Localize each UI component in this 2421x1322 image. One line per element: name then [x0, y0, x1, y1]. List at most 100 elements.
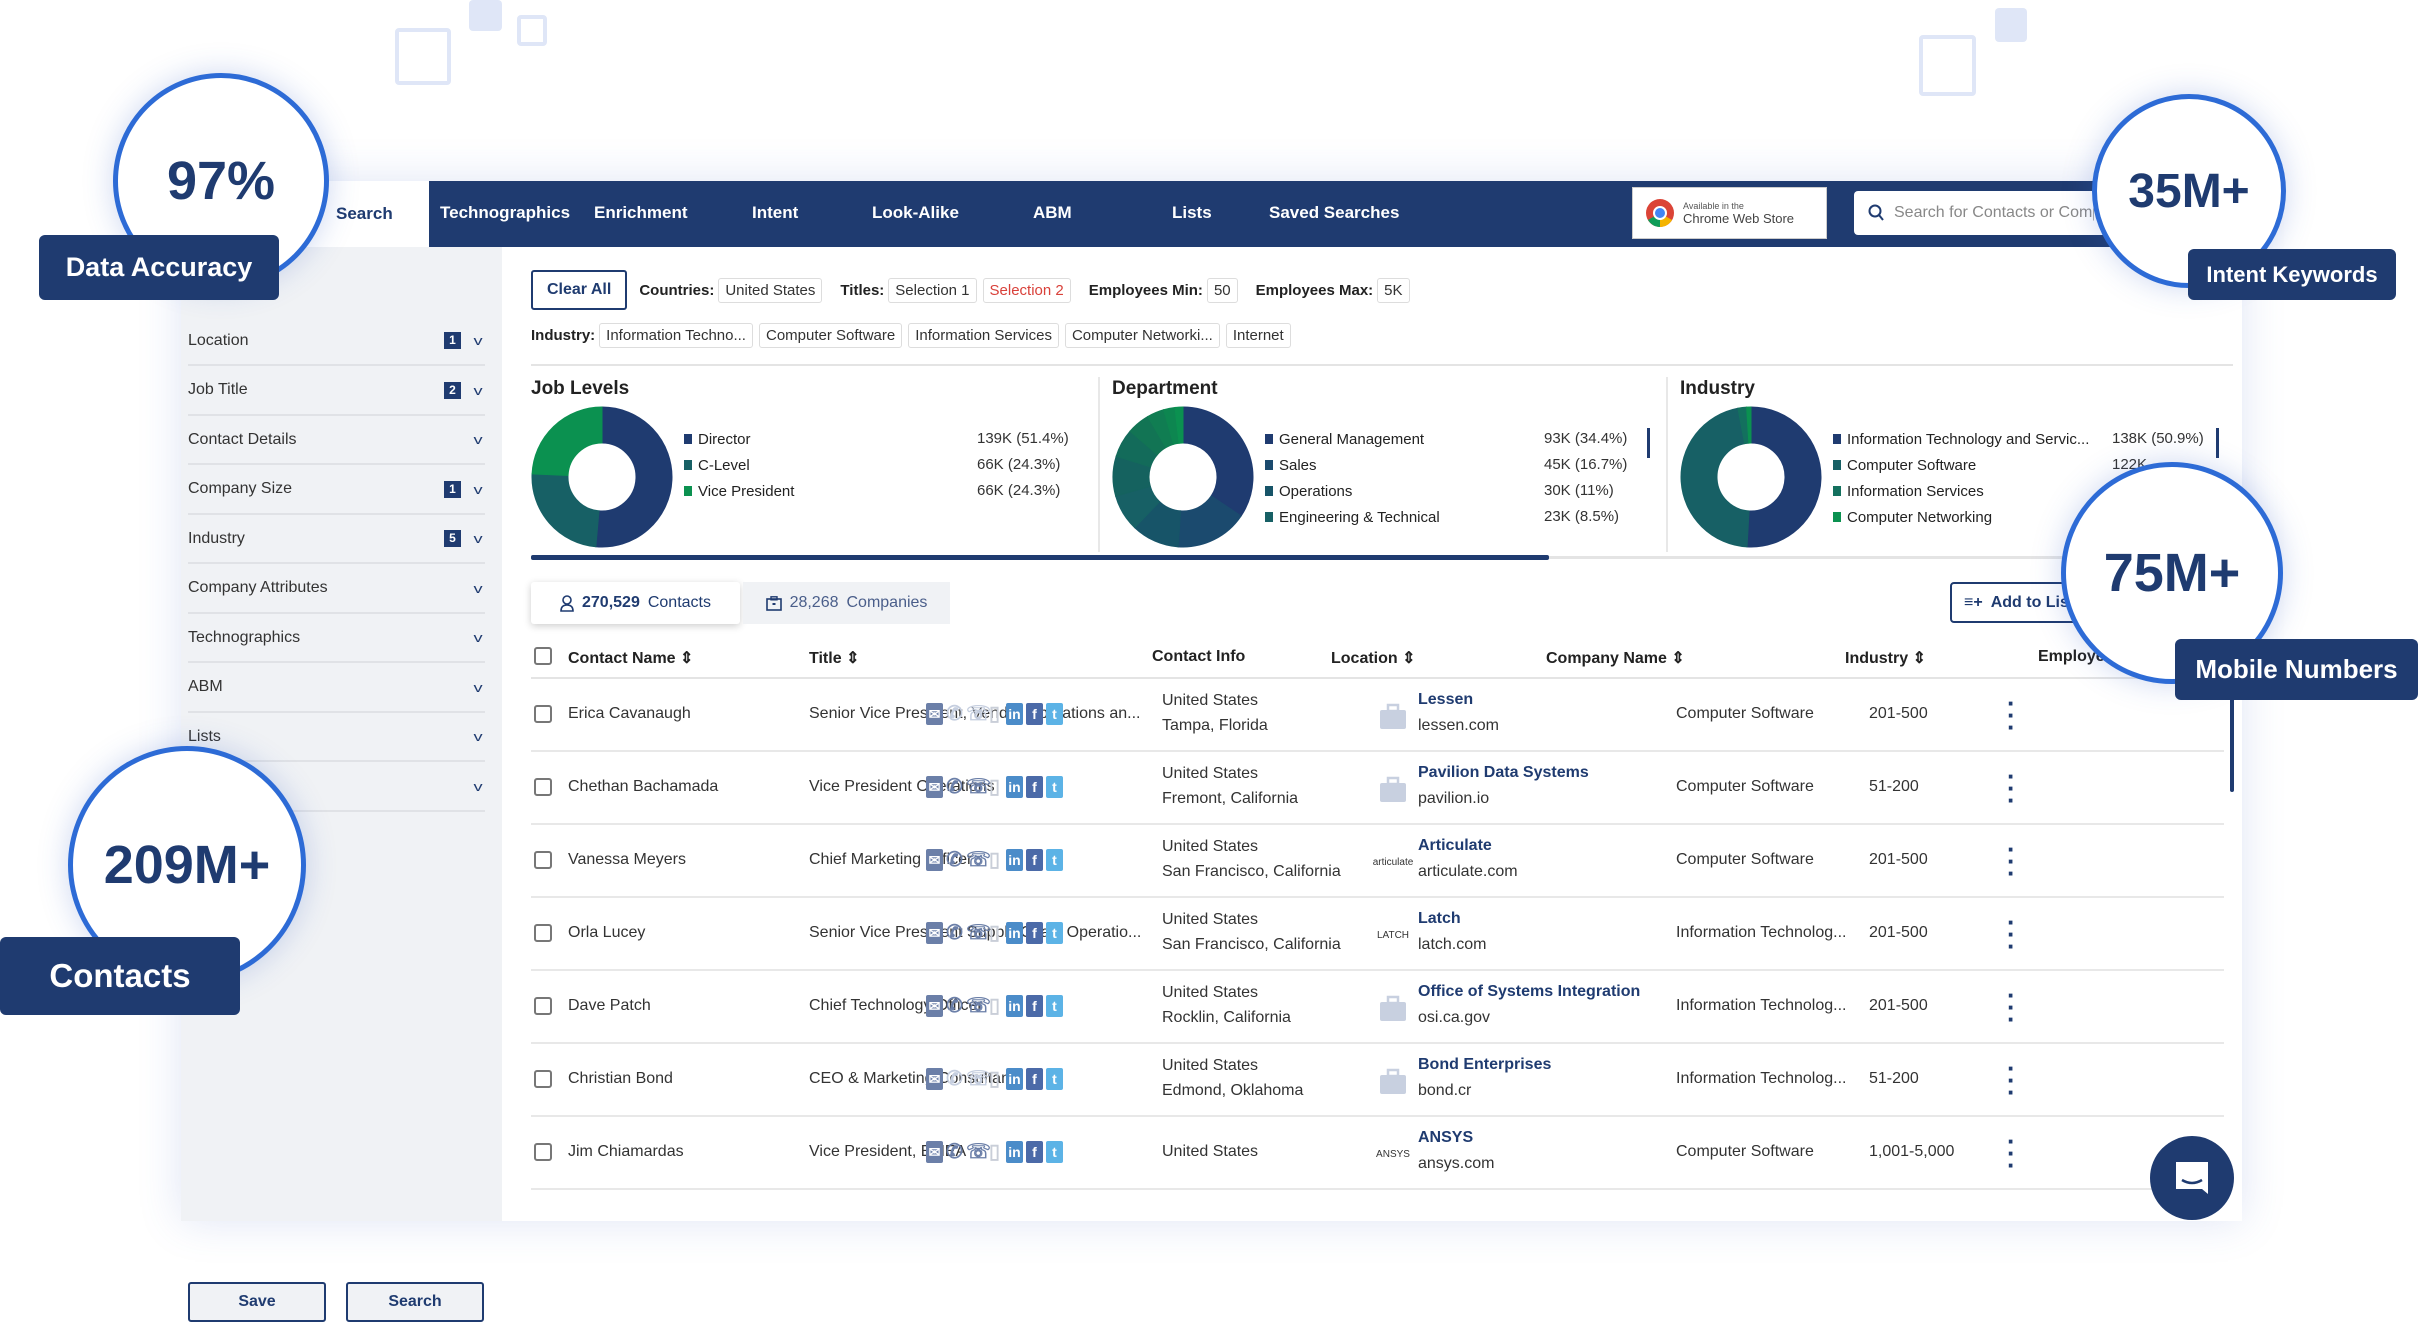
twitter-icon[interactable]: t [1046, 1141, 1063, 1163]
hq-phone-icon[interactable]: ☏ [966, 703, 991, 725]
row-checkbox[interactable] [534, 851, 552, 869]
sidebar-item[interactable]: Technographics v [188, 614, 485, 663]
mobile-icon[interactable]: ▯ [986, 1141, 1003, 1163]
filter-chip-industry[interactable]: Internet [1225, 323, 1291, 348]
legend-scrollbar[interactable] [2216, 428, 2219, 458]
company-name-link[interactable]: Latch [1418, 910, 1461, 928]
col-industry[interactable]: Industry ⇕ [1845, 648, 1926, 668]
twitter-icon[interactable]: t [1046, 995, 1063, 1017]
legend-item[interactable]: Information Technology and Servic... [1833, 429, 2089, 449]
mobile-icon[interactable]: ▯ [986, 1068, 1003, 1090]
linkedin-icon[interactable]: in [1006, 703, 1023, 725]
filter-chip-title[interactable]: Selection 1 [888, 277, 977, 303]
legend-scrollbar[interactable] [1647, 428, 1650, 458]
legend-item[interactable]: C-Level [684, 455, 750, 475]
save-button[interactable]: Save [188, 1282, 326, 1322]
filter-chip-employees-max[interactable]: 5K [1377, 277, 1410, 303]
table-row[interactable]: Christian Bond CEO & Marketing Consultant… [531, 1044, 2224, 1117]
twitter-icon[interactable]: t [1046, 849, 1063, 871]
legend-item[interactable]: Information Services [1833, 481, 1984, 501]
facebook-icon[interactable]: f [1026, 776, 1043, 798]
col-company-name[interactable]: Company Name ⇕ [1546, 648, 1685, 668]
col-location[interactable]: Location ⇕ [1331, 648, 1416, 668]
more-options-icon[interactable]: · · · [2007, 909, 2016, 959]
facebook-icon[interactable]: f [1026, 1068, 1043, 1090]
more-options-icon[interactable]: · · · [2007, 1055, 2016, 1105]
row-checkbox[interactable] [534, 705, 552, 723]
phone-icon[interactable]: ✆ [946, 1141, 963, 1163]
company-name-link[interactable]: Lessen [1418, 691, 1473, 709]
legend-item[interactable]: General Management [1265, 429, 1424, 449]
phone-icon[interactable]: ✆ [946, 1068, 963, 1090]
tab-lists[interactable]: Lists [1172, 203, 1212, 223]
mobile-icon[interactable]: ▯ [986, 849, 1003, 871]
table-row[interactable]: Jim Chiamardas Vice President, EMEA ✉ ✆ ☏▯ in… [531, 1117, 2224, 1190]
donut-slice[interactable] [595, 406, 673, 548]
linkedin-icon[interactable]: in [1006, 1068, 1023, 1090]
twitter-icon[interactable]: t [1046, 776, 1063, 798]
filter-chip-industry[interactable]: Information Services [908, 323, 1059, 348]
legend-item[interactable]: Computer Software [1833, 455, 1976, 475]
linkedin-icon[interactable]: in [1006, 922, 1023, 944]
hq-phone-icon[interactable]: ☏ [966, 849, 991, 871]
sidebar-item[interactable]: ABM v [188, 664, 485, 713]
donut-slice[interactable] [1680, 407, 1750, 548]
more-options-icon[interactable]: · · · [2007, 982, 2016, 1032]
linkedin-icon[interactable]: in [1006, 776, 1023, 798]
donut-slice[interactable] [531, 406, 603, 477]
company-name-link[interactable]: Articulate [1418, 837, 1492, 855]
mobile-icon[interactable]: ▯ [986, 995, 1003, 1017]
facebook-icon[interactable]: f [1026, 849, 1043, 871]
tab-look-alike[interactable]: Look-Alike [872, 203, 959, 223]
mobile-icon[interactable]: ▯ [986, 922, 1003, 944]
filter-chip-title[interactable]: Selection 2 [982, 277, 1071, 303]
facebook-icon[interactable]: f [1026, 922, 1043, 944]
chrome-web-store-badge[interactable]: Available in the Chrome Web Store [1632, 187, 1827, 239]
charts-scrollbar-thumb[interactable] [531, 555, 1549, 560]
more-options-icon[interactable]: · · · [2007, 690, 2016, 740]
tab-enrichment[interactable]: Enrichment [594, 203, 688, 223]
legend-item[interactable]: Engineering & Technical [1265, 507, 1440, 527]
row-checkbox[interactable] [534, 924, 552, 942]
hq-phone-icon[interactable]: ☏ [966, 1068, 991, 1090]
table-row[interactable]: Chethan Bachamada Vice President Operatio… [531, 752, 2224, 825]
linkedin-icon[interactable]: in [1006, 849, 1023, 871]
legend-item[interactable]: Sales [1265, 455, 1317, 475]
select-all-checkbox[interactable] [534, 647, 552, 665]
mobile-icon[interactable]: ▯ [986, 703, 1003, 725]
facebook-icon[interactable]: f [1026, 703, 1043, 725]
tab-abm[interactable]: ABM [1033, 203, 1072, 223]
donut-slice[interactable] [1182, 406, 1254, 517]
sidebar-item[interactable]: Company Attributes v [188, 565, 485, 614]
legend-item[interactable]: Director [684, 429, 751, 449]
email-icon[interactable]: ✉ [926, 776, 943, 798]
hq-phone-icon[interactable]: ☏ [966, 922, 991, 944]
col-title[interactable]: Title ⇕ [809, 648, 859, 668]
hq-phone-icon[interactable]: ☏ [966, 776, 991, 798]
col-contact-name[interactable]: Contact Name ⇕ [568, 648, 693, 668]
table-row[interactable]: Orla Lucey Senior Vice President Supply C… [531, 898, 2224, 971]
company-name-link[interactable]: Office of Systems Integration [1418, 983, 1640, 1001]
sidebar-item[interactable]: Contact Details v [188, 416, 485, 465]
row-checkbox[interactable] [534, 778, 552, 796]
more-options-icon[interactable]: · · · [2007, 763, 2016, 813]
filter-chip-industry[interactable]: Computer Networki... [1064, 323, 1220, 348]
table-row[interactable]: Vanessa Meyers Chief Marketing Officer ✉ ✆ ☏… [531, 825, 2224, 898]
tab-companies[interactable]: 28,268 Companies [743, 582, 950, 624]
row-checkbox[interactable] [534, 1143, 552, 1161]
twitter-icon[interactable]: t [1046, 1068, 1063, 1090]
company-name-link[interactable]: Pavilion Data Systems [1418, 764, 1589, 782]
legend-item[interactable]: Operations [1265, 481, 1352, 501]
row-checkbox[interactable] [534, 1070, 552, 1088]
email-icon[interactable]: ✉ [926, 1141, 943, 1163]
sidebar-item[interactable]: Location 1 v [188, 317, 485, 366]
donut-slice[interactable] [531, 473, 600, 548]
mobile-icon[interactable]: ▯ [986, 776, 1003, 798]
phone-icon[interactable]: ✆ [946, 922, 963, 944]
hq-phone-icon[interactable]: ☏ [966, 1141, 991, 1163]
clear-all-button[interactable]: Clear All [531, 270, 628, 310]
sidebar-item[interactable]: Job Title 2 v [188, 367, 485, 416]
sidebar-item[interactable]: Industry 5 v [188, 515, 485, 564]
email-icon[interactable]: ✉ [926, 849, 943, 871]
table-row[interactable]: Dave Patch Chief Technology Officer ✉ ✆ ☏▯ in… [531, 971, 2224, 1044]
